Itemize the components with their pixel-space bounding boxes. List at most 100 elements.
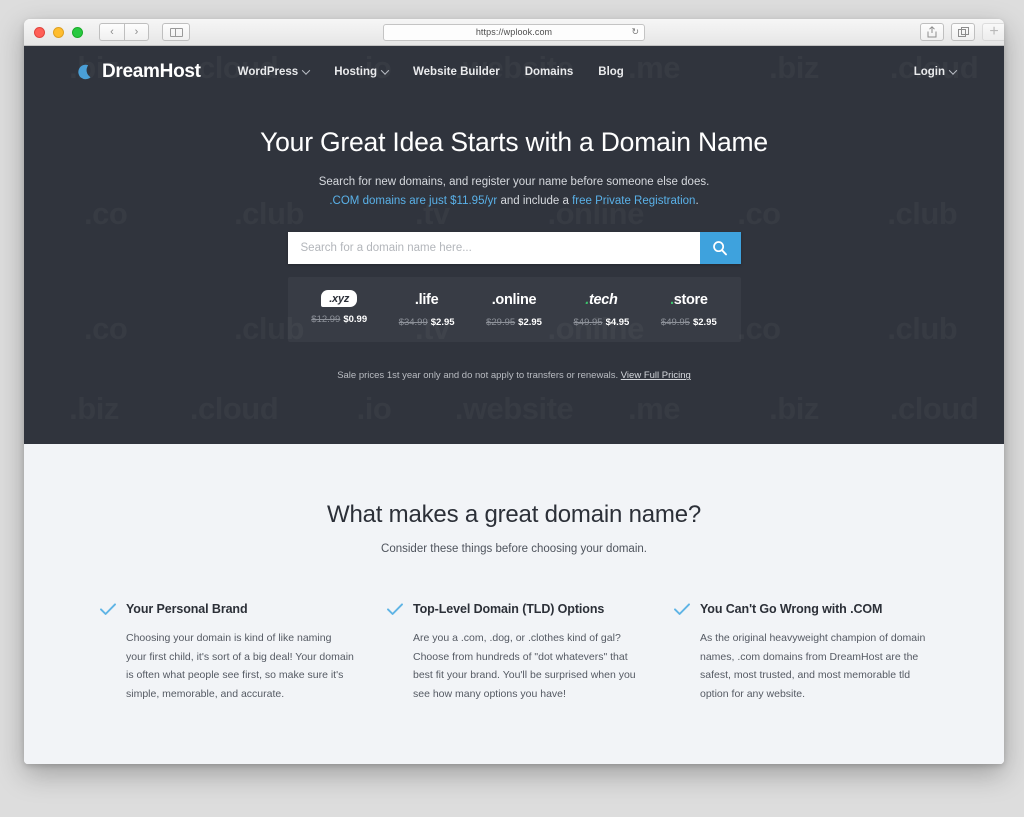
tld-new-price: $2.95 <box>518 317 542 329</box>
feature-column: Top-Level Domain (TLD) Options Are you a … <box>387 602 641 704</box>
feature-text: As the original heavyweight champion of … <box>700 632 926 701</box>
hero-subtitle-line1: Search for new domains, and register you… <box>318 176 710 188</box>
url-text: https://wplook.com <box>475 27 553 37</box>
login-label: Login <box>913 66 945 78</box>
share-button[interactable] <box>920 23 944 41</box>
desktop-background: ‹ › https://wplook.com ↻ + DreamHost Wor… <box>0 0 1024 817</box>
tld-logo: . tech <box>558 290 645 310</box>
tld-old-price: $12.99 <box>311 314 341 326</box>
tld-name: store <box>673 292 708 309</box>
tld-item[interactable]: .life $34.99 $2.95 <box>383 290 470 328</box>
hero-subtitle-line2: .COM domains are just $11.95/yr and incl… <box>24 192 1004 211</box>
sale-disclaimer: Sale prices 1st year only and do not app… <box>24 370 1004 381</box>
login-link[interactable]: Login <box>913 66 958 78</box>
nav-link-label: Website Builder <box>413 66 500 78</box>
watermark-text: .me <box>584 391 724 427</box>
feature-title: You Can't Go Wrong with .COM <box>700 602 883 616</box>
brand-name: DreamHost <box>102 61 201 82</box>
tld-old-price: $49.95 <box>660 317 690 329</box>
nav-link-hosting[interactable]: Hosting <box>334 66 390 78</box>
features-subtitle: Consider these things before choosing yo… <box>381 543 647 555</box>
feature-body: You Can't Go Wrong with .COM As the origi… <box>700 602 928 704</box>
watermark-text: .io <box>304 391 444 427</box>
features-title: What makes a great domain name? <box>327 501 701 528</box>
tld-new-price: $2.95 <box>430 317 455 329</box>
domain-search-button[interactable] <box>699 232 741 265</box>
feature-body: Your Personal Brand Choosing your domain … <box>126 602 354 704</box>
feature-column: Your Personal Brand Choosing your domain … <box>100 602 354 704</box>
tld-price: $34.99 $2.95 <box>383 317 470 328</box>
tld-logo: .life <box>414 292 439 309</box>
show-tabs-button[interactable] <box>951 23 975 41</box>
watermark-text: .cloud <box>864 391 1004 427</box>
nav-link-website-builder[interactable]: Website Builder <box>413 66 500 78</box>
chevron-down-icon <box>301 66 311 75</box>
tld-old-price: $34.99 <box>398 317 428 329</box>
new-tab-button[interactable]: + <box>982 23 1004 41</box>
brand-logo[interactable]: DreamHost <box>76 61 201 83</box>
com-pricing-link[interactable]: .COM domains are just $11.95/yr <box>329 195 497 207</box>
feature-column: You Can't Go Wrong with .COM As the origi… <box>674 602 928 704</box>
tld-new-price: $4.95 <box>605 317 630 329</box>
dreamhost-moon-icon <box>76 63 95 82</box>
feature-title: Top-Level Domain (TLD) Options <box>413 602 605 616</box>
share-icon <box>927 26 937 38</box>
nav-link-label: Domains <box>524 66 574 78</box>
primary-navigation: WordPress Hosting Website Builder Domains Bl… <box>238 66 624 78</box>
tld-new-price: $2.95 <box>692 317 717 329</box>
tld-price: $49.95 $4.95 <box>558 317 645 328</box>
nav-link-domains[interactable]: Domains <box>525 66 574 78</box>
close-window-button[interactable] <box>34 26 45 38</box>
tld-old-price: $29.95 <box>486 317 516 329</box>
nav-link-wordpress[interactable]: WordPress <box>237 66 311 78</box>
tabs-icon <box>957 26 969 37</box>
tld-item[interactable]: .xyz $12.99 $0.99 <box>296 290 383 328</box>
sidebar-icon <box>169 27 183 37</box>
tld-item[interactable]: .online $29.95 $2.95 <box>470 290 557 328</box>
hero-content: Your Great Idea Starts with a Domain Nam… <box>24 98 1004 381</box>
watermark-text: .biz <box>24 391 164 427</box>
page-viewport: .biz.cloud.io.website.me.biz.cloud .co.c… <box>24 46 1004 764</box>
watermark-text: .website <box>444 391 584 427</box>
tld-logo: .online <box>491 292 537 309</box>
back-button[interactable]: ‹ <box>99 23 124 41</box>
browser-window: ‹ › https://wplook.com ↻ + DreamHost Wor… <box>24 19 1004 764</box>
login-menu[interactable]: Login <box>913 66 958 78</box>
back-icon: ‹ <box>110 26 114 38</box>
private-registration-link[interactable]: free Private Registration <box>572 195 695 207</box>
tld-price: $29.95 $2.95 <box>470 317 557 328</box>
address-bar[interactable]: https://wplook.com ↻ <box>383 23 645 41</box>
nav-link-label: WordPress <box>237 66 299 78</box>
toolbar-right-buttons: + <box>920 23 1004 41</box>
hero-section: .biz.cloud.io.website.me.biz.cloud .co.c… <box>24 46 1004 444</box>
hero-subtitle-end: . <box>695 194 699 207</box>
check-icon <box>387 602 413 704</box>
tld-logo: .xyz <box>321 290 358 308</box>
hero-subtitle-mid: and include a <box>497 194 573 207</box>
browser-titlebar: ‹ › https://wplook.com ↻ + <box>24 19 1004 46</box>
window-controls <box>34 26 83 38</box>
domain-search-bar <box>287 232 741 265</box>
watermark-text: .cloud <box>164 391 304 427</box>
tld-name: tech <box>588 292 618 309</box>
minimize-window-button[interactable] <box>53 26 64 38</box>
nav-link-blog[interactable]: Blog <box>598 66 624 78</box>
tld-item[interactable]: . tech $49.95 $4.95 <box>558 290 645 328</box>
chevron-down-icon <box>948 66 958 75</box>
forward-icon: › <box>134 26 139 38</box>
chevron-down-icon <box>380 66 390 75</box>
forward-button[interactable]: › <box>124 23 149 41</box>
feature-text: Are you a .com, .dog, or .clothes kind o… <box>413 632 636 701</box>
tld-item[interactable]: . store $49.95 $2.95 <box>645 290 732 328</box>
tld-price: $49.95 $2.95 <box>645 317 732 328</box>
domain-search-input[interactable] <box>287 232 700 265</box>
site-navbar: DreamHost WordPress Hosting Website Builde… <box>24 46 1004 98</box>
maximize-window-button[interactable] <box>72 26 83 38</box>
tld-pricing-strip: .xyz $12.99 $0.99 .life $34.99 $2.95 .online $2… <box>287 277 741 343</box>
nav-link-label: Hosting <box>334 66 377 78</box>
watermark-text: .biz <box>724 391 864 427</box>
view-full-pricing-link[interactable]: View Full Pricing <box>621 370 691 381</box>
reload-icon[interactable]: ↻ <box>631 27 639 37</box>
sidebar-toggle-button[interactable] <box>162 23 190 41</box>
check-icon <box>100 602 126 704</box>
